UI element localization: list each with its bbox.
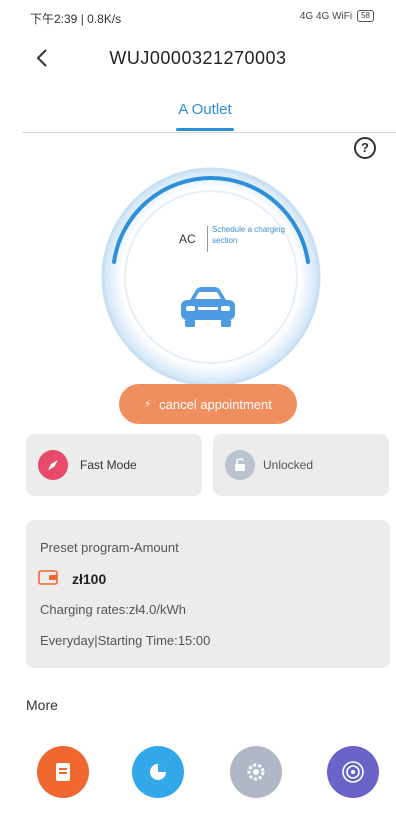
tab-indicator — [176, 128, 234, 131]
status-time: 下午2:39 | 0.8K/s — [30, 12, 122, 26]
cancel-appointment-label: cancel appointment — [159, 396, 272, 412]
statistics-button[interactable] — [132, 746, 184, 798]
status-bar: 下午2:39 | 0.8K/s 4G 4G WiFi 58 — [0, 0, 396, 34]
unlocked-label: Unlocked — [263, 458, 314, 472]
records-button[interactable] — [37, 746, 89, 798]
question-icon: ? — [361, 140, 369, 155]
nav-bar: WUJ0000321270003 — [0, 38, 396, 78]
battery-icon: 58 — [357, 10, 374, 22]
fast-mode-card[interactable]: Fast Mode — [26, 434, 202, 496]
chart-icon — [150, 764, 166, 780]
charging-mode-label: AC — [179, 232, 196, 246]
document-icon — [56, 763, 70, 781]
rocket-icon — [38, 450, 68, 480]
start-time: Everyday|Starting Time:15:00 — [40, 633, 211, 648]
charging-gauge — [101, 167, 321, 387]
more-section-title: More — [26, 697, 58, 713]
page-title: WUJ0000321270003 — [109, 48, 287, 68]
signal-icon — [342, 761, 364, 783]
signal-button[interactable] — [327, 746, 379, 798]
status-indicators: 4G 4G WiFi 58 — [300, 10, 374, 22]
schedule-charging-link[interactable]: Schedule a charging section — [212, 224, 292, 246]
wallet-icon — [38, 570, 58, 585]
help-button[interactable]: ? — [354, 137, 376, 159]
bolt-icon: ⚡ — [144, 398, 152, 410]
gauge-separator — [207, 226, 208, 252]
preset-title: Preset program-Amount — [40, 540, 179, 555]
lock-open-icon — [225, 450, 255, 480]
charging-rates: Charging rates:zł4.0/kWh — [40, 602, 186, 617]
unlock-card[interactable]: Unlocked — [213, 434, 389, 496]
fast-mode-label: Fast Mode — [80, 458, 137, 472]
cancel-appointment-button[interactable]: ⚡ cancel appointment — [119, 384, 297, 424]
tab-a-outlet[interactable]: A Outlet — [170, 101, 240, 118]
gear-icon — [247, 763, 265, 781]
settings-button[interactable] — [230, 746, 282, 798]
car-icon — [181, 287, 235, 327]
tab-divider — [22, 132, 396, 133]
outlet-tabs: A Outlet — [0, 96, 396, 138]
signal-wifi-icon: 4G 4G WiFi — [299, 10, 353, 22]
preset-amount: zł100 — [72, 571, 107, 587]
preset-program-card: Preset program-Amount zł100 Charging rat… — [26, 520, 390, 668]
